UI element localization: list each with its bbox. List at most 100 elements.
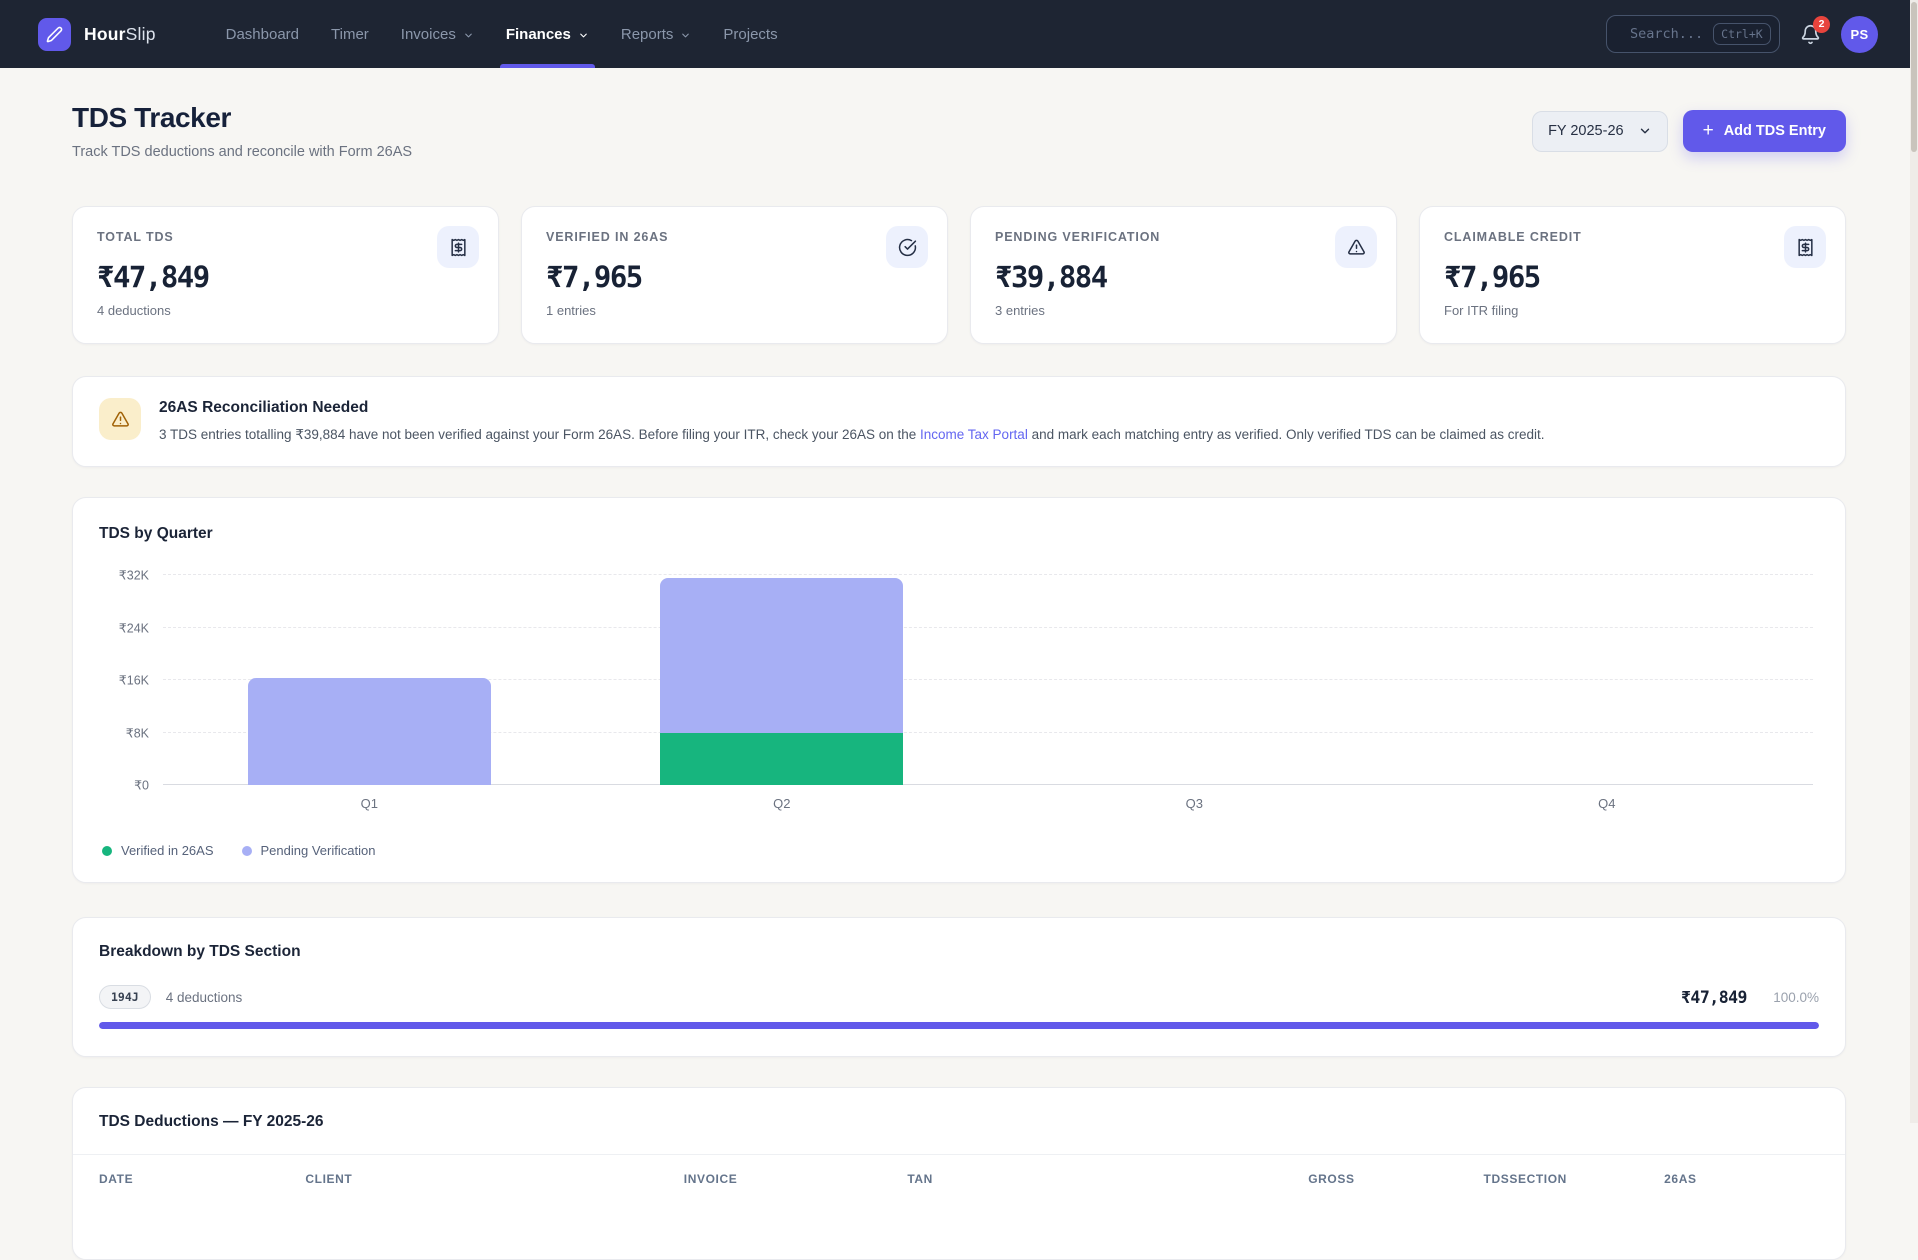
chart-x-axis-labels: Q1Q2Q3Q4 — [163, 796, 1813, 811]
stat-card-pending: PENDING VERIFICATION ₹39,884 3 entries — [970, 206, 1397, 344]
stat-value: ₹39,884 — [995, 260, 1372, 294]
chevron-down-icon — [1638, 124, 1652, 138]
plus-icon: + — [1703, 121, 1714, 140]
column-header-tds: TDS — [1355, 1172, 1510, 1186]
y-axis-tick-label: ₹32K — [99, 568, 149, 583]
y-axis-tick-label: ₹0 — [99, 778, 149, 793]
alert-title: 26AS Reconciliation Needed — [159, 398, 1545, 417]
deduction-count: 4 deductions — [166, 990, 243, 1005]
chevron-down-icon — [680, 30, 691, 41]
section-progress-track — [99, 1022, 1819, 1029]
bar-q4 — [1401, 575, 1814, 785]
section-amount: ₹47,849 — [1681, 988, 1747, 1007]
column-header-invoice: INVOICE — [684, 1172, 908, 1186]
search-placeholder: Search... — [1630, 26, 1703, 42]
notifications-button[interactable]: 2 — [1800, 24, 1821, 45]
nav-item-finances[interactable]: Finances — [490, 0, 605, 68]
bar-q2 — [576, 575, 989, 785]
breakdown-row-194j: 194J 4 deductions ₹47,849 100.0% — [99, 985, 1819, 1009]
nav-item-reports[interactable]: Reports — [605, 0, 708, 68]
tds-by-quarter-chart-card: TDS by Quarter ₹0₹8K₹16K₹24K₹32K Q1Q2Q3Q… — [72, 497, 1846, 883]
receipt-icon — [437, 226, 479, 268]
stat-subtext: 1 entries — [546, 303, 923, 318]
stat-value: ₹7,965 — [1444, 260, 1821, 294]
vertical-scrollbar — [1910, 0, 1918, 1123]
pen-logo-icon — [38, 18, 71, 51]
stat-label: CLAIMABLE CREDIT — [1444, 230, 1821, 244]
chart-plot: ₹0₹8K₹16K₹24K₹32K — [163, 575, 1813, 785]
nav-item-timer[interactable]: Timer — [315, 0, 385, 68]
receipt-icon — [1784, 226, 1826, 268]
x-axis-tick-label: Q1 — [163, 796, 576, 811]
x-axis-tick-label: Q3 — [988, 796, 1401, 811]
stat-cards-row: TOTAL TDS ₹47,849 4 deductions VERIFIED … — [72, 206, 1846, 344]
legend-item-pending: Pending Verification — [242, 843, 376, 858]
tds-deductions-table-card: TDS Deductions — FY 2025-26 DATECLIENTIN… — [72, 1087, 1846, 1260]
stat-label: PENDING VERIFICATION — [995, 230, 1372, 244]
warning-triangle-icon — [99, 398, 141, 440]
bar-segment — [660, 578, 903, 733]
stat-label: VERIFIED IN 26AS — [546, 230, 923, 244]
x-axis-tick-label: Q2 — [576, 796, 989, 811]
page-subtitle: Track TDS deductions and reconcile with … — [72, 144, 412, 160]
user-avatar[interactable]: PS — [1841, 16, 1878, 53]
column-header-date: DATE — [99, 1172, 305, 1186]
notification-count-badge: 2 — [1813, 16, 1830, 33]
breakdown-by-section-card: Breakdown by TDS Section 194J 4 deductio… — [72, 917, 1846, 1057]
bar-segment — [660, 733, 903, 785]
section-progress-fill — [99, 1022, 1819, 1029]
page-title: TDS Tracker — [72, 102, 412, 134]
bar-q1 — [163, 575, 576, 785]
add-tds-entry-button[interactable]: + Add TDS Entry — [1683, 110, 1846, 152]
column-header-section: SECTION — [1509, 1172, 1664, 1186]
legend-dot-green — [102, 846, 112, 856]
table-header-row: DATECLIENTINVOICETANGROSSTDSSECTION26AS — [73, 1155, 1845, 1199]
brand-name: HourSlip — [84, 24, 156, 45]
stat-label: TOTAL TDS — [97, 230, 474, 244]
brand-logo[interactable]: HourSlip — [38, 18, 156, 51]
nav-item-projects[interactable]: Projects — [707, 0, 793, 68]
nav-item-dashboard[interactable]: Dashboard — [210, 0, 315, 68]
reconciliation-alert: 26AS Reconciliation Needed 3 TDS entries… — [72, 376, 1846, 467]
stat-subtext: For ITR filing — [1444, 303, 1821, 318]
column-header-tan: TAN — [907, 1172, 1148, 1186]
nav-item-invoices[interactable]: Invoices — [385, 0, 490, 68]
stat-card-total-tds: TOTAL TDS ₹47,849 4 deductions — [72, 206, 499, 344]
search-input[interactable]: Search... Ctrl+K — [1606, 15, 1780, 53]
table-title: TDS Deductions — FY 2025-26 — [73, 1113, 1845, 1131]
y-axis-tick-label: ₹16K — [99, 673, 149, 688]
scrollbar-thumb[interactable] — [1911, 2, 1917, 152]
keyboard-shortcut-badge: Ctrl+K — [1713, 23, 1771, 45]
top-navbar: HourSlip Dashboard Timer Invoices Financ… — [0, 0, 1918, 68]
legend-item-verified: Verified in 26AS — [102, 843, 214, 858]
stat-card-verified: VERIFIED IN 26AS ₹7,965 1 entries — [521, 206, 948, 344]
chevron-down-icon — [578, 30, 589, 41]
column-header-client: CLIENT — [305, 1172, 683, 1186]
bar-segment — [248, 678, 491, 785]
y-axis-tick-label: ₹24K — [99, 620, 149, 635]
x-axis-tick-label: Q4 — [1401, 796, 1814, 811]
chart-title: TDS by Quarter — [99, 525, 1819, 543]
stat-subtext: 3 entries — [995, 303, 1372, 318]
stat-value: ₹47,849 — [97, 260, 474, 294]
stat-value: ₹7,965 — [546, 260, 923, 294]
column-header-gross: GROSS — [1148, 1172, 1354, 1186]
check-circle-icon — [886, 226, 928, 268]
breakdown-title: Breakdown by TDS Section — [99, 943, 1819, 961]
section-badge: 194J — [99, 985, 151, 1009]
section-percent: 100.0% — [1767, 990, 1819, 1005]
chevron-down-icon — [463, 30, 474, 41]
y-axis-tick-label: ₹8K — [99, 725, 149, 740]
column-header-26as: 26AS — [1664, 1172, 1819, 1186]
chart-legend: Verified in 26AS Pending Verification — [99, 843, 1819, 858]
alert-body: 3 TDS entries totalling ₹39,884 have not… — [159, 425, 1545, 445]
stat-subtext: 4 deductions — [97, 303, 474, 318]
legend-dot-purple — [242, 846, 252, 856]
stat-card-claimable: CLAIMABLE CREDIT ₹7,965 For ITR filing — [1419, 206, 1846, 344]
bar-q3 — [988, 575, 1401, 785]
alert-triangle-icon — [1335, 226, 1377, 268]
primary-nav: Dashboard Timer Invoices Finances Report… — [210, 0, 794, 68]
fiscal-year-select[interactable]: FY 2025-26 — [1532, 111, 1668, 152]
income-tax-portal-link[interactable]: Income Tax Portal — [920, 427, 1028, 442]
fiscal-year-value: FY 2025-26 — [1548, 123, 1624, 139]
